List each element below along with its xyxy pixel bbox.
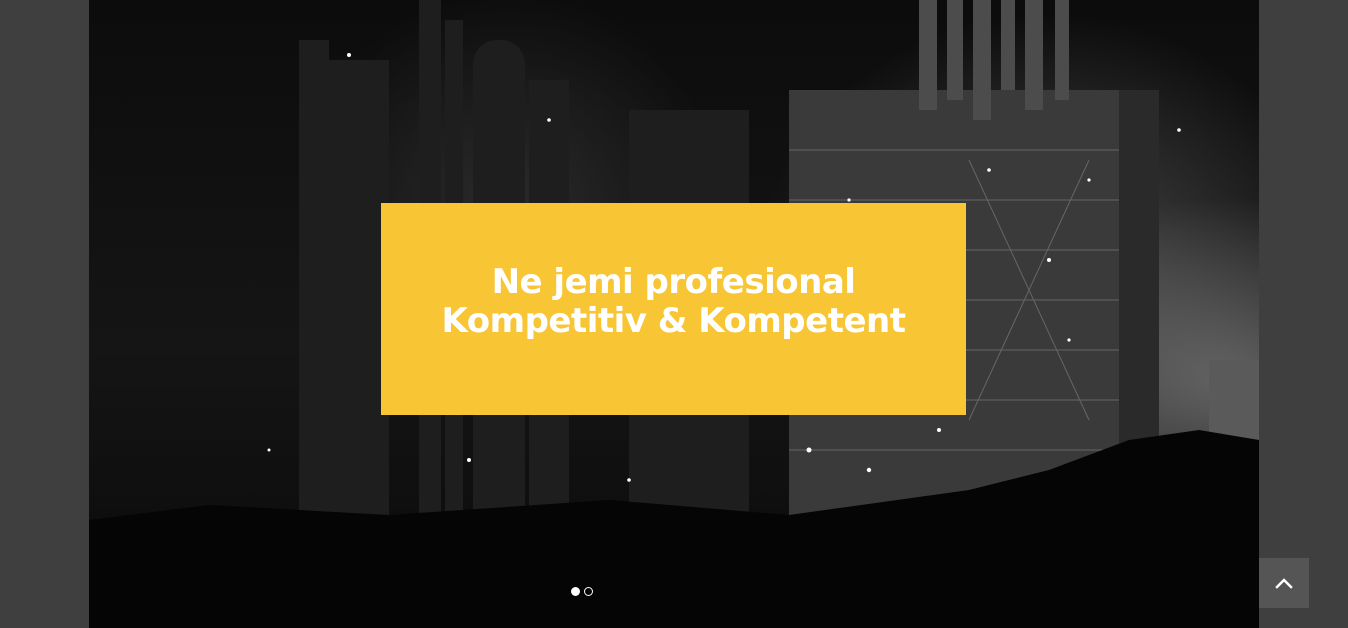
slide-dot-1[interactable] bbox=[571, 587, 580, 596]
chevron-up-icon bbox=[1275, 578, 1293, 589]
page: Ne jemi profesional Kompetitiv & Kompete… bbox=[0, 0, 1348, 628]
headline-line-2: Kompetitiv & Kompetent bbox=[441, 301, 906, 341]
headline-line-1: Ne jemi profesional bbox=[491, 262, 856, 302]
slide-caption: Ne jemi profesional Kompetitiv & Kompete… bbox=[381, 203, 966, 415]
hero-slider: Ne jemi profesional Kompetitiv & Kompete… bbox=[89, 0, 1259, 628]
slider-pagination bbox=[571, 587, 593, 596]
slide-dot-2[interactable] bbox=[584, 587, 593, 596]
back-to-top-button[interactable] bbox=[1259, 558, 1309, 608]
